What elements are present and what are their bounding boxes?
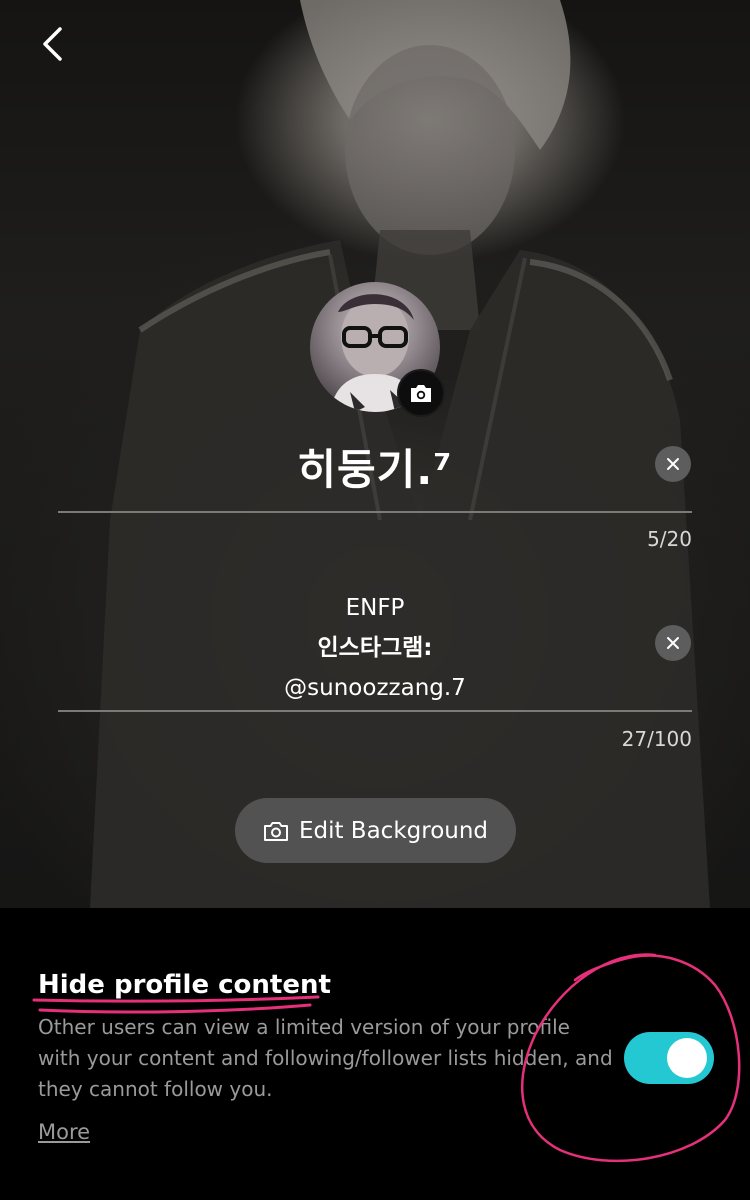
- bio-line: @sunoozzang.7: [284, 675, 466, 701]
- profile-bio-input[interactable]: ENFP 인스타그램: @sunoozzang.7: [0, 588, 750, 708]
- back-button[interactable]: [30, 22, 74, 66]
- hide-profile-toggle[interactable]: [624, 1032, 714, 1084]
- hide-profile-description: Other users can view a limited version o…: [38, 1015, 613, 1101]
- chevron-left-icon: [43, 27, 62, 61]
- close-icon: [667, 637, 679, 649]
- bio-char-counter: 27/100: [621, 727, 692, 751]
- bio-line: 인스타그램:: [317, 635, 433, 661]
- edit-background-label: Edit Background: [298, 817, 489, 844]
- privacy-section: Hide profile content Other users can vie…: [0, 908, 750, 1200]
- close-icon: [667, 458, 679, 470]
- bio-divider: [58, 710, 692, 712]
- edit-background-button[interactable]: Edit Background: [235, 798, 516, 863]
- bio-line: ENFP: [345, 595, 405, 621]
- toggle-knob: [667, 1038, 707, 1078]
- more-link[interactable]: More: [38, 1120, 90, 1144]
- camera-icon: [263, 821, 288, 841]
- clear-bio-button[interactable]: [655, 625, 691, 661]
- name-char-counter: 5/20: [647, 527, 692, 551]
- clear-name-button[interactable]: [655, 446, 691, 482]
- change-avatar-button[interactable]: [397, 369, 445, 417]
- camera-icon: [411, 385, 431, 402]
- hide-profile-title: Hide profile content: [38, 970, 331, 1000]
- name-divider: [58, 511, 692, 513]
- profile-name-input[interactable]: 히둥기.⁷: [0, 436, 750, 497]
- profile-background: 히둥기.⁷ 5/20 ENFP 인스타그램: @sunoozzang.7 27/…: [0, 0, 750, 908]
